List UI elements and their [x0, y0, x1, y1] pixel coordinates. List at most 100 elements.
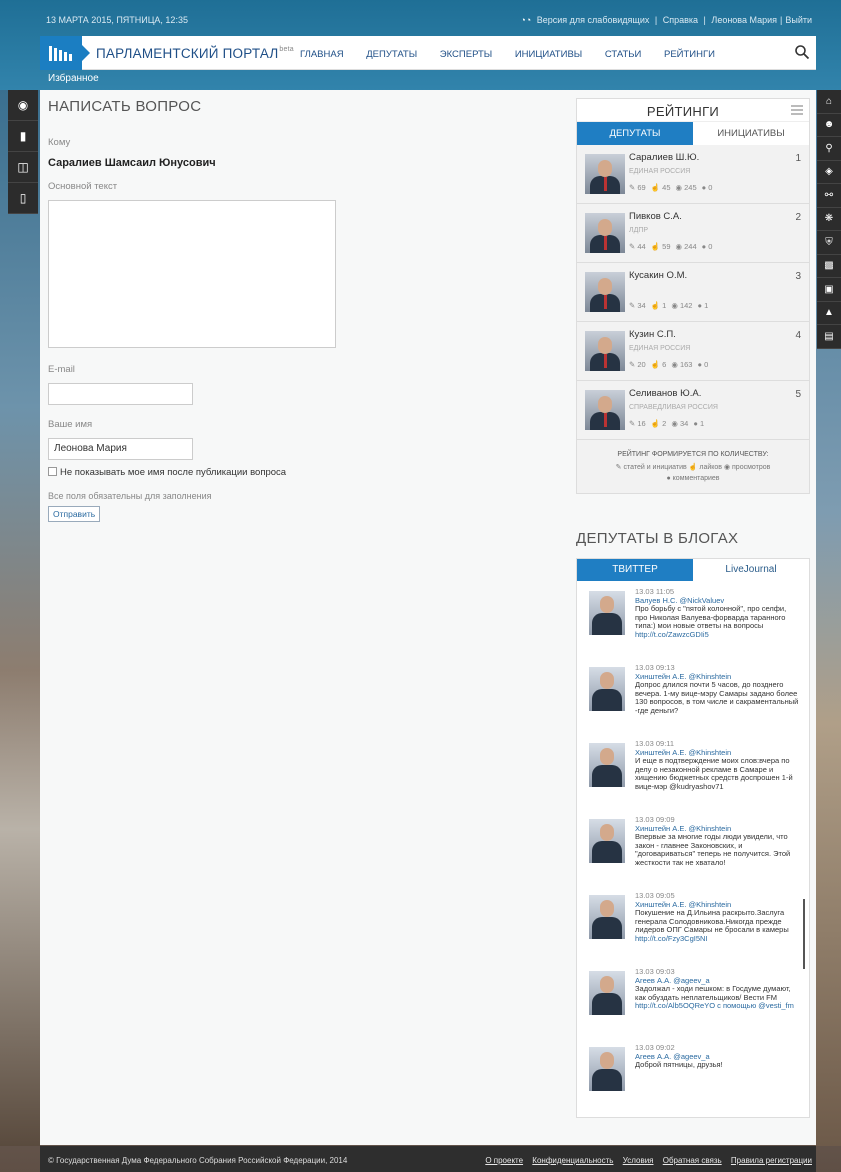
tab-twitter[interactable]: ТВИТТЕР — [577, 559, 693, 581]
ratings-list: Саралиев Ш.Ю. ЕДИНАЯ РОССИЯ ✎ 69 ☝ 45 ◉ 245 ●… — [577, 145, 809, 440]
views-count: ◉ 142 — [671, 301, 693, 310]
rank-number: 4 — [795, 330, 801, 341]
rating-item[interactable]: Пивков С.А. ЛДПР ✎ 44 ☝ 59 ◉ 244 ● 0 2 — [577, 204, 809, 263]
tweet-text: Доброй пятницы, друзья! — [635, 1060, 723, 1069]
building-icon[interactable]: ⌂ — [817, 90, 841, 114]
tab-livejournal[interactable]: LiveJournal — [693, 559, 809, 581]
blogs-widget: ТВИТТЕР LiveJournal 13.03 11:05 Валуев Н.… — [576, 558, 810, 1118]
nav-deputies[interactable]: ДЕПУТАТЫ — [366, 49, 417, 60]
ratings-header: РЕЙТИНГИ — [577, 99, 809, 122]
video-icon[interactable]: ▮ — [8, 121, 38, 152]
site-title[interactable]: ПАРЛАМЕНТСКИЙ ПОРТАЛbeta — [96, 46, 294, 61]
logo[interactable] — [40, 36, 82, 70]
hide-name-checkbox[interactable] — [48, 467, 57, 476]
background-left — [0, 90, 40, 1146]
deputy-name[interactable]: Саралиев Ш.Ю. — [629, 152, 699, 163]
atom-icon[interactable]: ❋ — [817, 207, 841, 231]
site-footer: © Государственная Дума Федерального Собр… — [40, 1146, 816, 1172]
nav-experts[interactable]: ЭКСПЕРТЫ — [440, 49, 492, 60]
rating-item[interactable]: Саралиев Ш.Ю. ЕДИНАЯ РОССИЯ ✎ 69 ☝ 45 ◉ 245 ●… — [577, 145, 809, 204]
avatar[interactable] — [589, 1047, 625, 1091]
tag-icon[interactable]: ◈ — [817, 160, 841, 184]
tweet-text: Покушение на Д.Ильина раскрыто.Заслуга г… — [635, 908, 789, 943]
avatar[interactable] — [589, 591, 625, 635]
legend-articles: статей и инициатив — [623, 464, 687, 471]
chart-icon[interactable]: ▩ — [817, 254, 841, 278]
book-icon[interactable]: ◫ — [8, 152, 38, 183]
likes-count: ☝ 59 — [650, 242, 671, 251]
likes-count: ☝ 45 — [650, 183, 671, 192]
deputy-party: ЕДИНАЯ РОССИЯ — [629, 168, 691, 175]
site-header: ПАРЛАМЕНТСКИЙ ПОРТАЛbeta ГЛАВНАЯ ДЕПУТАТ… — [40, 36, 816, 70]
ratings-tabs: ДЕПУТАТЫ ИНИЦИАТИВЫ — [577, 122, 809, 150]
articles-count: ✎ 16 — [629, 419, 646, 428]
message-icon[interactable]: ▤ — [817, 325, 841, 349]
footer-link-privacy[interactable]: Конфиденциальность — [532, 1156, 613, 1165]
avatar[interactable] — [589, 971, 625, 1015]
briefcase-icon[interactable]: ▣ — [817, 278, 841, 302]
likes-count: ☝ 1 — [650, 301, 667, 310]
deputy-name[interactable]: Кузин С.П. — [629, 329, 676, 340]
tab-deputies[interactable]: ДЕПУТАТЫ — [577, 122, 693, 150]
ratings-legend: ✎ статей и инициатив ☝ лайков ◉ просмотр… — [583, 462, 803, 484]
nav-ratings[interactable]: РЕЙТИНГИ — [664, 49, 715, 60]
scrollbar[interactable] — [803, 899, 805, 969]
menu-icon[interactable] — [791, 105, 803, 115]
email-field[interactable] — [48, 383, 193, 405]
location-icon[interactable]: ⚲ — [817, 137, 841, 161]
articles-count: ✎ 20 — [629, 360, 646, 369]
tweet-link[interactable]: http://t.co/ZawzcGDIi5 — [635, 630, 709, 639]
tweets-list: 13.03 11:05 Валуев Н.С. @NickValuev Про бо… — [577, 581, 809, 1117]
accessibility-link[interactable]: Версия для слабовидящих — [537, 15, 650, 25]
footer-link-terms[interactable]: Условия — [623, 1156, 654, 1165]
deputy-name[interactable]: Кусакин О.М. — [629, 270, 687, 281]
mobile-icon[interactable]: ▯ — [8, 183, 38, 214]
submit-button[interactable]: Отправить — [48, 506, 101, 522]
search-icon[interactable] — [794, 44, 810, 60]
deputy-name[interactable]: Пивков С.А. — [629, 211, 682, 222]
tweet-item: 13.03 09:09 Хинштейн А.Е. @Khinshtein Впер… — [577, 809, 809, 885]
legend-likes: лайков — [699, 464, 722, 471]
shield-icon[interactable]: ⛨ — [817, 231, 841, 255]
avatar[interactable] — [589, 819, 625, 863]
deputy-name[interactable]: Селиванов Ю.А. — [629, 388, 701, 399]
tweet-text: Впервые за многие годы люди увидели, что… — [635, 832, 791, 867]
rating-item[interactable]: Селиванов Ю.А. СПРАВЕДЛИВАЯ РОССИЯ ✎ 16 ☝ 2… — [577, 381, 809, 440]
favorites-link[interactable]: Избранное — [48, 73, 99, 84]
likes-count: ☝ 6 — [650, 360, 667, 369]
logout-link[interactable]: Выйти — [785, 15, 812, 25]
footer-link-about[interactable]: О проекте — [485, 1156, 523, 1165]
glasses-icon: ◔◔ — [520, 15, 532, 25]
user-icon[interactable]: ◉ — [8, 90, 38, 121]
footer-link-rules[interactable]: Правила регистрации — [731, 1156, 812, 1165]
avatar[interactable] — [589, 743, 625, 787]
avatar[interactable] — [589, 667, 625, 711]
user-link[interactable]: Леонова Мария — [711, 15, 777, 25]
tweet-link[interactable]: http://t.co/Alb5OQReYO с помощью @vesti_… — [635, 1001, 794, 1010]
footer-link-feedback[interactable]: Обратная связь — [663, 1156, 722, 1165]
help-link[interactable]: Справка — [663, 15, 698, 25]
deputy-party: СПРАВЕДЛИВАЯ РОССИЯ — [629, 404, 718, 411]
name-label: Ваше имя — [48, 419, 93, 430]
main-nav: ГЛАВНАЯ ДЕПУТАТЫ ЭКСПЕРТЫ ИНИЦИАТИВЫ СТА… — [300, 49, 735, 60]
question-form: НАПИСАТЬ ВОПРОС Кому Саралиев Шамсаил Юн… — [48, 98, 348, 522]
rating-item[interactable]: Кусакин О.М. ✎ 34 ☝ 1 ◉ 142 ● 1 3 — [577, 263, 809, 322]
tweet-text: Допрос длился почти 5 часов, до позднего… — [635, 680, 799, 715]
nav-initiatives[interactable]: ИНИЦИАТИВЫ — [515, 49, 582, 60]
nav-home[interactable]: ГЛАВНАЯ — [300, 49, 344, 60]
articles-icon: ✎ — [615, 464, 622, 471]
tweet-body: 13.03 09:05 Хинштейн А.Е. @Khinshtein Поку… — [635, 891, 799, 943]
like-icon: ☝ — [688, 464, 698, 471]
tree-icon[interactable]: ▲ — [817, 301, 841, 325]
people-icon[interactable]: ☻ — [817, 113, 841, 137]
rating-item[interactable]: Кузин С.П. ЕДИНАЯ РОССИЯ ✎ 20 ☝ 6 ◉ 163 ● 0 4 — [577, 322, 809, 381]
body-textarea[interactable] — [48, 200, 336, 348]
avatar[interactable] — [589, 895, 625, 939]
top-bar: 13 МАРТА 2015, ПЯТНИЦА, 12:35 ◔◔ Версия … — [40, 0, 816, 36]
tweet-link[interactable]: http://t.co/Fzy3CgI5NI — [635, 934, 708, 943]
likes-count: ☝ 2 — [650, 419, 667, 428]
tab-initiatives[interactable]: ИНИЦИАТИВЫ — [693, 122, 809, 145]
nav-articles[interactable]: СТАТЬИ — [605, 49, 642, 60]
globe-icon[interactable]: ⚯ — [817, 184, 841, 208]
name-field[interactable]: Леонова Мария — [48, 438, 193, 460]
